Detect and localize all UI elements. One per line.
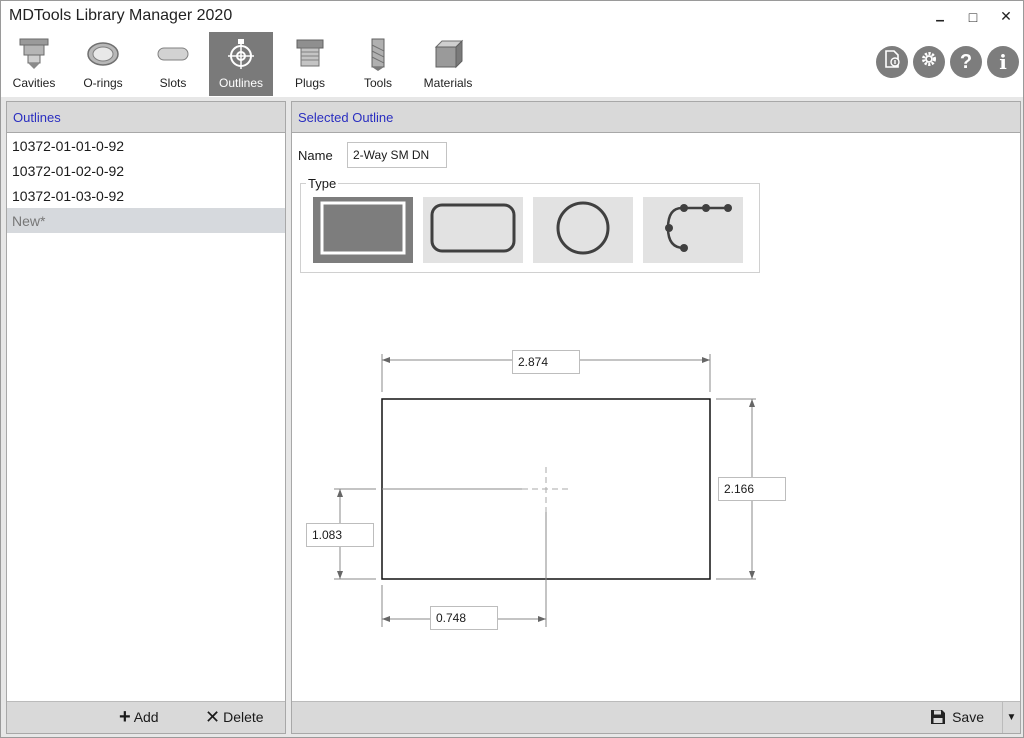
info-icon: i <box>999 50 1007 74</box>
selected-outline-panel: Selected Outline Name 2-Way SM DN Type 2… <box>291 101 1021 734</box>
delete-label: Delete <box>223 709 264 725</box>
outlines-panel: Outlines 10372-01-01-0-92 10372-01-02-0-… <box>6 101 286 734</box>
list-item-new[interactable]: New* <box>7 208 285 233</box>
tab-label: Outlines <box>218 76 264 90</box>
delete-button[interactable]: ✕ Delete <box>205 708 264 726</box>
outlines-footer: + Add ✕ Delete <box>7 701 285 733</box>
tab-label: O-rings <box>83 76 123 90</box>
save-button[interactable]: Save <box>930 709 984 725</box>
plug-icon <box>290 36 330 72</box>
tab-materials[interactable]: Materials <box>416 32 480 96</box>
main-toolbar: Cavities O-rings Slots Outlines Plugs To… <box>1 32 1023 98</box>
list-item[interactable]: 10372-01-01-0-92 <box>7 133 285 158</box>
tab-cavities[interactable]: Cavities <box>1 32 67 96</box>
slot-icon <box>153 36 193 72</box>
outline-icon <box>221 36 261 72</box>
minimize-icon: ▁ <box>936 11 944 22</box>
save-icon <box>930 709 946 725</box>
help-button[interactable]: ? <box>950 46 982 78</box>
title-bar: MDTools Library Manager 2020 ▁ □ ✕ <box>1 1 1023 32</box>
tab-label: Plugs <box>294 76 326 90</box>
list-item[interactable]: 10372-01-02-0-92 <box>7 158 285 183</box>
tab-o-rings[interactable]: O-rings <box>71 32 135 96</box>
maximize-icon: □ <box>968 8 978 25</box>
height-dimension-input[interactable] <box>718 477 786 501</box>
add-label: Add <box>133 709 159 725</box>
tab-tools[interactable]: Tools <box>346 32 410 96</box>
app-window: MDTools Library Manager 2020 ▁ □ ✕ Cavit… <box>0 0 1024 738</box>
center-x-dimension-input[interactable] <box>430 606 498 630</box>
tab-slots[interactable]: Slots <box>141 32 205 96</box>
help-icon: ? <box>959 50 973 73</box>
tool-icon <box>358 36 398 72</box>
save-label: Save <box>952 709 984 725</box>
import-file-icon <box>882 49 902 75</box>
list-item[interactable]: 10372-01-03-0-92 <box>7 183 285 208</box>
tab-label: Tools <box>363 76 392 90</box>
minimize-button[interactable]: ▁ <box>923 1 957 32</box>
tab-label: Materials <box>423 76 473 90</box>
close-button[interactable]: ✕ <box>989 1 1023 32</box>
tab-label: Cavities <box>12 76 56 90</box>
outline-drawing <box>334 354 756 627</box>
material-icon <box>428 36 468 72</box>
gear-icon <box>919 49 939 75</box>
center-y-dimension-input[interactable] <box>306 523 374 547</box>
cavity-icon <box>14 36 54 72</box>
add-button[interactable]: + Add <box>119 706 159 728</box>
close-icon: ✕ <box>1000 8 1012 24</box>
tab-plugs[interactable]: Plugs <box>278 32 342 96</box>
save-dropdown-button[interactable]: ▼ <box>1002 702 1020 733</box>
info-button[interactable]: i <box>987 46 1019 78</box>
o-ring-icon <box>83 36 123 72</box>
import-button[interactable] <box>876 46 908 78</box>
width-dimension-input[interactable] <box>512 350 580 374</box>
maximize-button[interactable]: □ <box>956 1 990 32</box>
window-title: MDTools Library Manager 2020 <box>9 7 233 24</box>
tab-outlines[interactable]: Outlines <box>209 32 273 96</box>
tab-label: Slots <box>159 76 187 90</box>
outlines-header: Outlines <box>7 102 285 133</box>
settings-button[interactable] <box>913 46 945 78</box>
selected-outline-footer: Save ▼ <box>292 701 1020 733</box>
plus-icon: + <box>119 706 131 728</box>
chevron-down-icon: ▼ <box>1006 712 1017 723</box>
delete-icon: ✕ <box>205 707 221 727</box>
